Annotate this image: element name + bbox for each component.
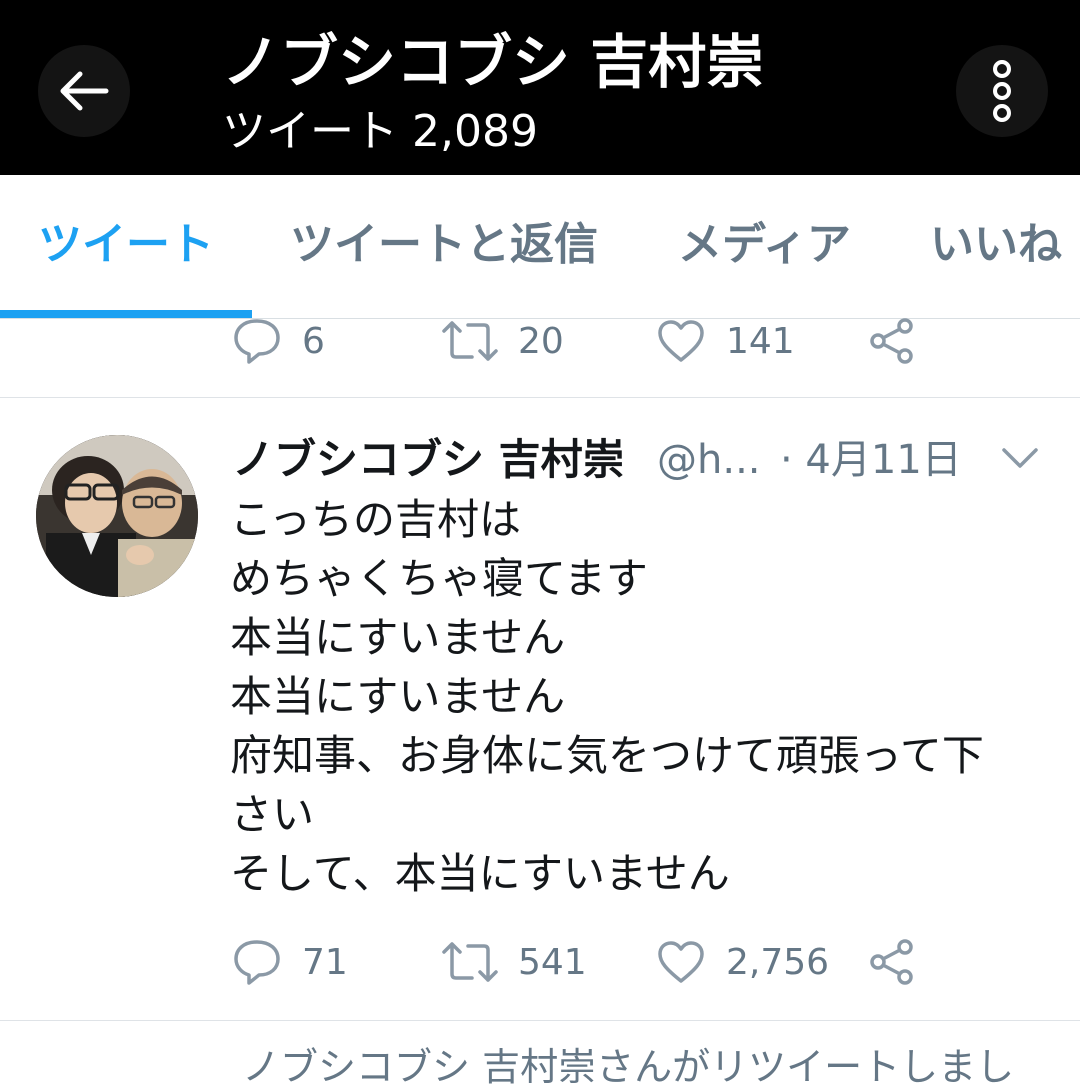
- tweet-text-line: そして、本当にすいません: [230, 849, 730, 898]
- avatar-photo: [36, 435, 198, 597]
- like-button[interactable]: 2,756: [656, 937, 829, 987]
- tab-tweets-and-replies[interactable]: ツイートと返信: [290, 217, 598, 273]
- profile-title: ノブシコブシ 吉村崇: [222, 28, 765, 96]
- prev-tweet-actions: 6 20 141: [232, 316, 1052, 366]
- profile-tabs: ツイート ツイートと返信 メディア いいね: [0, 175, 1080, 319]
- tweet-text-line: 本当にすいません: [230, 613, 566, 662]
- more-options-button[interactable]: [956, 45, 1048, 137]
- avatar[interactable]: [36, 435, 198, 597]
- reply-button[interactable]: 6: [232, 316, 325, 366]
- heart-icon: [658, 941, 704, 983]
- tweet-header: ノブシコブシ 吉村崇 @h... · 4月11日: [232, 432, 1052, 492]
- heart-icon: [658, 320, 704, 362]
- retweet-count: 20: [518, 320, 564, 362]
- retweet-notice: ノブシコブシ 吉村崇さんがリツイートしまし: [242, 1045, 1015, 1089]
- tweet-text-line: さい: [230, 790, 315, 839]
- tab-media[interactable]: メディア: [678, 217, 851, 273]
- reply-icon: [234, 319, 280, 364]
- back-button[interactable]: [38, 45, 130, 137]
- reply-button[interactable]: 71: [232, 937, 348, 987]
- tweet-text-line: めちゃくちゃ寝てます: [230, 554, 648, 603]
- tab-likes[interactable]: いいね: [930, 217, 1062, 273]
- retweet-button[interactable]: 20: [442, 316, 564, 366]
- tweet-divider: [0, 1020, 1080, 1021]
- arrow-left-icon: [60, 71, 109, 111]
- tweet-text-line: 府知事、お身体に気をつけて頑張って下: [230, 731, 984, 780]
- retweet-icon: [442, 321, 498, 361]
- like-count: 2,756: [726, 941, 830, 983]
- tweet-count: ツイート 2,089: [222, 106, 538, 157]
- reply-icon: [234, 940, 280, 985]
- share-icon: [870, 318, 913, 364]
- top-app-bar: ノブシコブシ 吉村崇 ツイート 2,089: [0, 0, 1080, 175]
- reply-count: 6: [302, 320, 325, 362]
- share-button[interactable]: [868, 316, 916, 366]
- tweet-divider: [0, 397, 1080, 398]
- tab-tweets[interactable]: ツイート: [38, 217, 214, 273]
- retweet-count: 541: [518, 941, 587, 983]
- tweet-body: こっちの吉村は めちゃくちゃ寝てます 本当にすいません 本当にすいません 府知事…: [230, 490, 1050, 903]
- chevron-down-icon[interactable]: [1000, 444, 1040, 472]
- tweet-date[interactable]: · 4月11日: [780, 432, 962, 488]
- reply-count: 71: [302, 941, 348, 983]
- author-handle[interactable]: @h...: [657, 432, 761, 488]
- retweet-icon: [442, 942, 498, 982]
- like-button[interactable]: 141: [656, 316, 795, 366]
- tweet-text-line: 本当にすいません: [230, 672, 566, 721]
- retweet-button[interactable]: 541: [442, 937, 587, 987]
- share-icon: [870, 939, 913, 985]
- author-name[interactable]: ノブシコブシ 吉村崇: [232, 432, 625, 488]
- like-count: 141: [726, 320, 795, 362]
- share-button[interactable]: [868, 937, 916, 987]
- tweet-actions: 71 541 2,756: [232, 937, 1052, 987]
- active-tab-indicator: [0, 310, 252, 318]
- more-vertical-icon: [993, 60, 1011, 122]
- tweet-text-line: こっちの吉村は: [230, 495, 522, 544]
